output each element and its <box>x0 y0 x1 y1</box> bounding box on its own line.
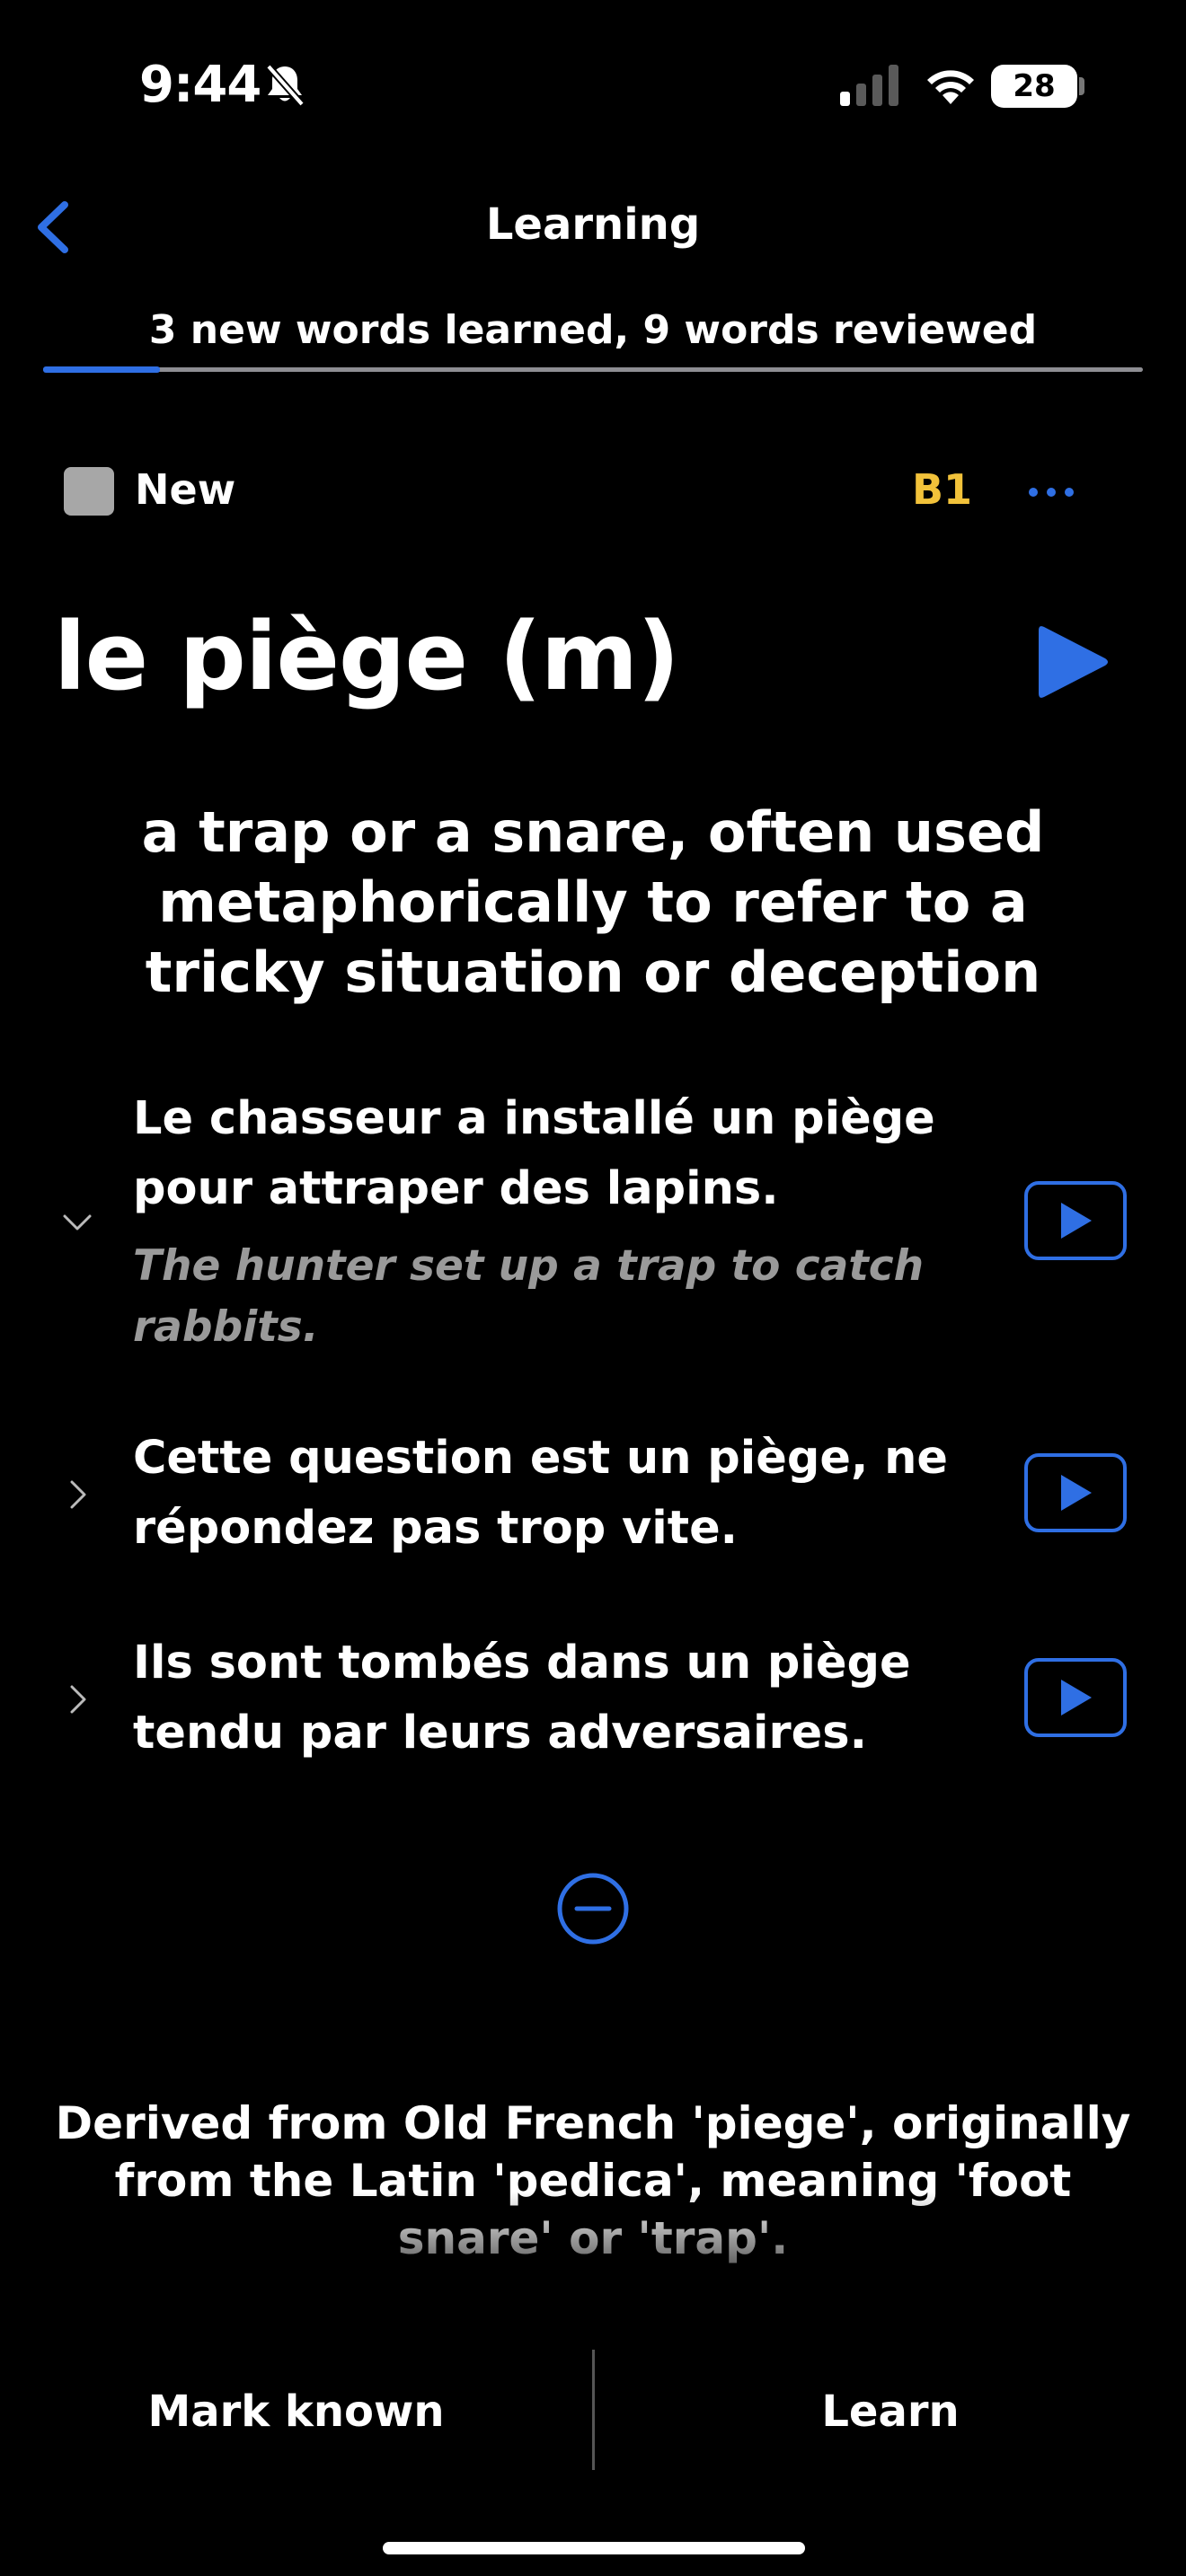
example-sentence: Cette question est un piège, ne répondez… <box>133 1432 948 1555</box>
status-label: New <box>135 465 236 514</box>
progress-summary: 3 new words learned, 9 words reviewed <box>148 307 1038 353</box>
example-sentence: Ils sont tombés dans un piège tendu par … <box>133 1636 911 1760</box>
play-word-audio-icon[interactable] <box>1031 622 1112 702</box>
example-sentence: Le chasseur a installé un piège pour att… <box>133 1092 935 1215</box>
play-icon <box>1061 1203 1092 1239</box>
play-example-button[interactable] <box>1024 1181 1127 1260</box>
collapse-examples-icon[interactable] <box>555 1871 631 1946</box>
progress-fill <box>43 366 160 373</box>
expand-chevron-icon[interactable] <box>59 1681 95 1717</box>
example-translation: The hunter set up a trap to catch rabbit… <box>133 1241 925 1352</box>
page-title: Learning <box>485 199 701 250</box>
scroll-fade <box>0 2192 1186 2263</box>
status-checkbox[interactable] <box>64 467 114 516</box>
status-time: 9:44 <box>139 56 261 114</box>
battery-indicator: 28 <box>991 65 1077 108</box>
play-icon <box>1061 1475 1092 1511</box>
definition-text: a trap or a snare, often used metaphoric… <box>141 799 1045 1005</box>
battery-tip <box>1079 77 1084 95</box>
home-indicator <box>383 2542 805 2554</box>
progress-track <box>43 367 1143 372</box>
play-icon <box>1061 1680 1092 1716</box>
level-badge: B1 <box>912 465 973 514</box>
wifi-icon <box>927 70 974 104</box>
more-options-icon[interactable] <box>1024 467 1078 517</box>
play-example-button[interactable] <box>1024 1453 1127 1532</box>
silent-bell-icon <box>265 64 305 107</box>
word-heading: le piège (m) <box>54 602 680 711</box>
collapse-chevron-icon[interactable] <box>59 1205 95 1241</box>
expand-chevron-icon[interactable] <box>59 1477 95 1513</box>
play-example-button[interactable] <box>1024 1658 1127 1737</box>
learn-button[interactable]: Learn <box>595 2371 1186 2452</box>
cellular-signal-icon <box>840 65 898 106</box>
mark-known-button[interactable]: Mark known <box>0 2371 592 2452</box>
